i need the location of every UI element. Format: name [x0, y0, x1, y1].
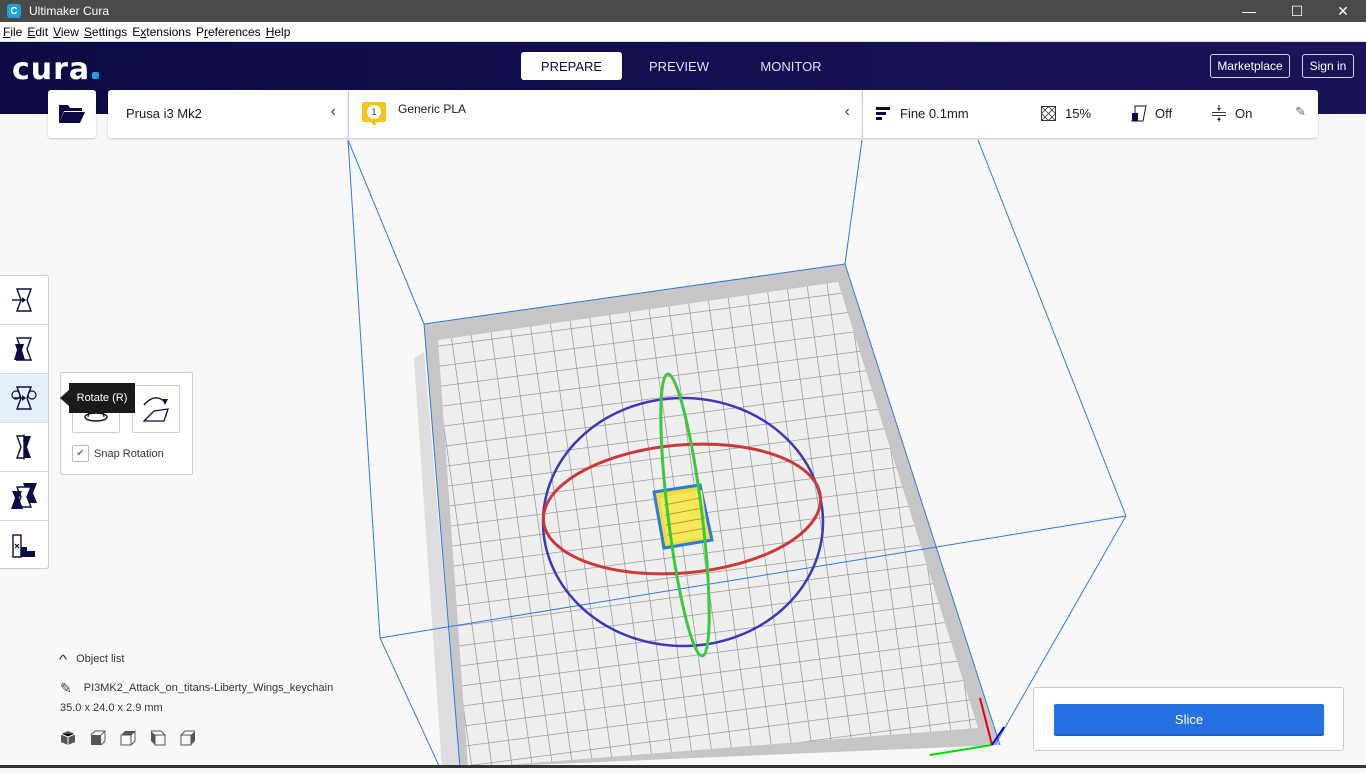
cura-app-icon: C — [7, 4, 21, 18]
object-name: PI3MK2_Attack_on_titans-Liberty_Wings_ke… — [83, 682, 334, 694]
menu-settings[interactable]: Settings — [84, 25, 127, 39]
tooltip-arrow — [60, 390, 69, 406]
lay-flat-button[interactable] — [132, 385, 180, 433]
rotate-tooltip: Rotate (R) — [69, 383, 135, 413]
extruder-badge: 1 — [362, 102, 386, 126]
extruder-number: 1 — [367, 105, 381, 119]
menu-preferences[interactable]: Preferences — [196, 25, 261, 39]
tool-mirror[interactable] — [0, 423, 48, 472]
chevron-up-icon: ^ — [58, 651, 68, 667]
tool-scale[interactable] — [0, 325, 48, 374]
chevron-left-icon: ‹ — [330, 103, 336, 120]
infill-icon — [1041, 106, 1057, 122]
pencil-icon: ✎ — [60, 679, 72, 696]
cura-logo: cura — [12, 52, 100, 87]
tab-preview[interactable]: PREVIEW — [637, 52, 721, 80]
maximize-button[interactable]: ☐ — [1274, 0, 1320, 22]
mirror-icon — [16, 434, 31, 460]
profile-value: Fine 0.1mm — [900, 106, 969, 121]
window-title: Ultimaker Cura — [29, 4, 110, 18]
sign-in-button[interactable]: Sign in — [1302, 54, 1354, 78]
object-name-row[interactable]: ✎ PI3MK2_Attack_on_titans-Liberty_Wings_… — [60, 678, 333, 698]
extruder-badge-pointer — [370, 121, 378, 126]
logo-dot — [92, 72, 100, 79]
material-selector[interactable]: 1 Generic PLA ‹ — [348, 90, 862, 138]
open-file-button[interactable] — [48, 90, 96, 138]
object-list-toggle[interactable]: ^ Object list — [58, 650, 333, 668]
tool-support-blocker[interactable] — [0, 521, 48, 570]
adhesion-icon — [1212, 105, 1226, 122]
close-button[interactable]: ✕ — [1320, 0, 1366, 22]
printer-name: Prusa i3 Mk2 — [126, 106, 202, 121]
view-3d-icon[interactable] — [60, 730, 76, 746]
per-model-settings-icon — [11, 483, 37, 509]
support-icon — [1131, 105, 1147, 122]
folder-open-icon — [59, 105, 85, 123]
tool-bar — [0, 275, 49, 569]
object-dimensions: 35.0 x 24.0 x 2.9 mm — [60, 702, 163, 714]
menu-view[interactable]: View — [53, 25, 79, 39]
snap-rotation-checkbox[interactable]: ✔ — [72, 445, 89, 462]
pencil-icon[interactable]: ✎ — [1295, 104, 1306, 120]
infill-value: 15% — [1065, 106, 1092, 121]
title-bar: C Ultimaker Cura — ☐ ✕ — [0, 0, 1366, 22]
print-settings-selector[interactable]: Fine 0.1mm 15% Off On ✎ — [862, 90, 1318, 138]
menu-file[interactable]: File — [3, 25, 22, 39]
tool-move[interactable] — [0, 276, 48, 325]
tool-rotate[interactable] — [0, 374, 48, 423]
chevron-left-icon: ‹ — [844, 103, 850, 120]
snap-rotation-row[interactable]: ✔ Snap Rotation — [72, 445, 164, 462]
tab-monitor[interactable]: MONITOR — [748, 52, 834, 80]
profile-icon — [876, 107, 890, 120]
move-icon — [12, 288, 32, 312]
printer-selector[interactable]: Prusa i3 Mk2 ‹ — [108, 90, 348, 138]
view-orientation-buttons — [60, 730, 333, 746]
menu-extensions[interactable]: Extensions — [132, 25, 191, 39]
tool-per-model-settings[interactable] — [0, 472, 48, 521]
adhesion-value: On — [1235, 106, 1253, 121]
snap-rotation-label: Snap Rotation — [94, 447, 164, 460]
menu-bar: File Edit View Settings Extensions Prefe… — [0, 22, 1366, 42]
view-front-icon[interactable] — [90, 730, 106, 746]
tab-prepare[interactable]: PREPARE — [521, 52, 622, 80]
slice-panel: Slice — [1033, 687, 1344, 751]
slice-button[interactable]: Slice — [1054, 704, 1324, 736]
view-right-icon[interactable] — [180, 730, 196, 746]
view-left-icon[interactable] — [150, 730, 166, 746]
marketplace-button[interactable]: Marketplace — [1210, 54, 1290, 78]
lay-flat-icon — [142, 397, 169, 422]
object-list-panel: ^ Object list ✎ PI3MK2_Attack_on_titans-… — [58, 650, 333, 746]
rotate-icon — [11, 386, 37, 410]
object-list-label: Object list — [76, 653, 125, 665]
view-top-icon[interactable] — [120, 730, 136, 746]
menu-edit[interactable]: Edit — [27, 25, 48, 39]
support-blocker-icon — [12, 533, 35, 558]
support-value: Off — [1155, 106, 1173, 121]
scale-icon — [14, 337, 32, 361]
minimize-button[interactable]: — — [1226, 0, 1272, 22]
menu-help[interactable]: Help — [266, 25, 291, 39]
material-name: Generic PLA — [398, 102, 467, 116]
